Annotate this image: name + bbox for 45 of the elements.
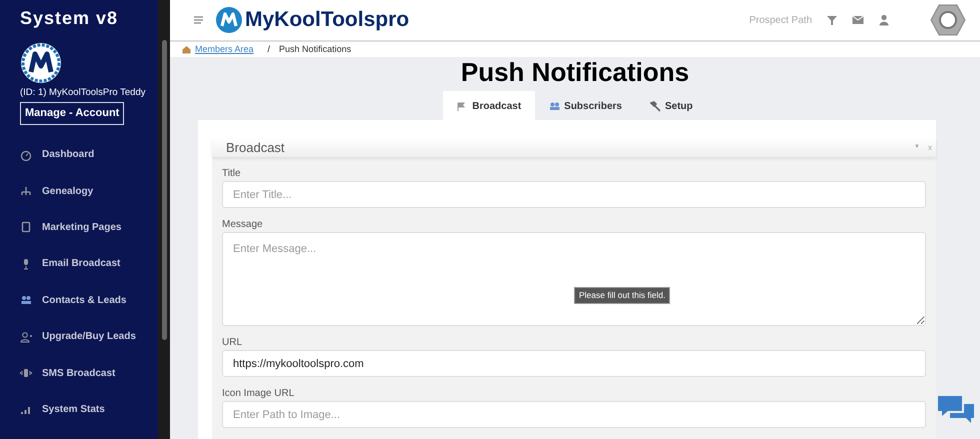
user-name: (ID: 1) MyKoolToolsPro Teddy — [19, 87, 146, 99]
field-label: URL — [222, 337, 244, 349]
sidebar-item[interactable]: Email Broadcast — [0, 246, 158, 282]
menu-icon[interactable] — [194, 16, 204, 24]
panel-title: Broadcast — [226, 138, 286, 157]
sidebar-item[interactable]: Dashboard — [0, 136, 158, 173]
breadcrumb-link[interactable]: Members Area — [195, 42, 254, 56]
tab[interactable]: Setup — [636, 91, 707, 120]
logo-icon — [216, 7, 242, 33]
phone-vibrate-icon — [20, 367, 32, 380]
sidebar-item[interactable]: Marketing Pages — [0, 209, 158, 246]
logo-text: MyKoolToolspro — [245, 7, 410, 34]
sidebar-item[interactable]: Genealogy — [0, 172, 158, 210]
users-icon — [20, 294, 32, 306]
breadcrumb-separator: / — [268, 42, 270, 56]
avatar-logo-icon — [20, 42, 62, 84]
user-icon[interactable] — [878, 14, 890, 26]
sidebar-item[interactable]: SMS Broadcast — [0, 354, 158, 392]
field-label: Message — [222, 219, 264, 231]
scrollbar[interactable] — [158, 0, 170, 439]
hammer-icon — [650, 100, 661, 112]
sidebar-item[interactable]: Upgrade/Buy Leads — [0, 318, 158, 355]
manage-account-button[interactable]: Manage - Account — [20, 102, 124, 124]
users-icon — [549, 100, 560, 112]
user-add-icon — [20, 330, 32, 343]
mail-icon[interactable] — [852, 14, 864, 26]
dashboard-icon — [20, 148, 32, 161]
validation-tooltip: Please fill out this field. — [574, 287, 670, 304]
page-title: Push Notifications — [460, 57, 690, 87]
sidebar-item[interactable]: System Stats — [0, 391, 158, 428]
filter-icon[interactable] — [826, 14, 838, 26]
input-field[interactable]: Enter Title... — [222, 181, 926, 208]
hex-nut-icon — [930, 4, 966, 36]
brand-title: System v8 — [19, 7, 120, 30]
input-field[interactable]: Enter Path to Image... — [222, 401, 926, 428]
sitemap-icon — [20, 185, 32, 198]
input-field[interactable]: https://mykooltoolspro.com — [222, 350, 926, 377]
tab[interactable]: Subscribers — [535, 91, 636, 120]
sidebar-item[interactable]: Contacts & Leads — [0, 282, 158, 318]
field-label: Title — [222, 168, 242, 180]
breadcrumb-current: Push Notifications — [279, 42, 352, 56]
field-label: Icon Image URL — [222, 388, 296, 400]
home-icon — [182, 45, 191, 54]
page-icon — [20, 221, 32, 234]
tab[interactable]: Broadcast — [443, 91, 536, 120]
